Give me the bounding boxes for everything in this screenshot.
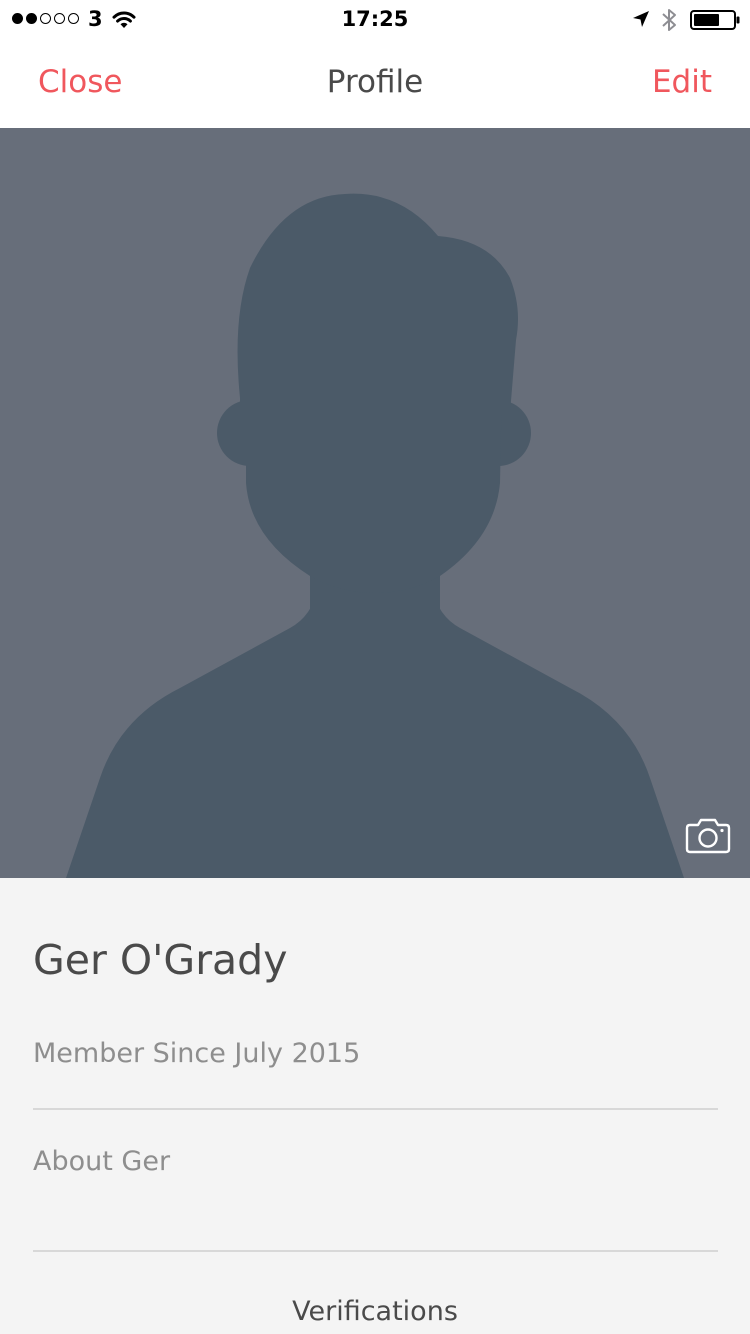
profile-details: Ger O'Grady Member Since July 2015 About… xyxy=(0,878,750,1334)
divider xyxy=(33,1250,718,1252)
profile-name: Ger O'Grady xyxy=(33,936,288,984)
avatar-silhouette-icon xyxy=(66,193,684,878)
edit-button[interactable]: Edit xyxy=(652,64,712,100)
camera-icon[interactable] xyxy=(684,818,732,854)
battery-icon xyxy=(690,10,740,30)
about-section-label: About Ger xyxy=(33,1146,171,1177)
member-since: Member Since July 2015 xyxy=(33,1038,361,1069)
verifications-heading: Verifications xyxy=(292,1296,458,1327)
profile-photo[interactable] xyxy=(0,128,750,878)
page-title: Profile xyxy=(326,64,424,100)
profile-screen: 3 17:25 Close Profile Edit Ger O'Grady M… xyxy=(0,0,750,1334)
status-bar: 3 17:25 xyxy=(0,0,750,40)
bluetooth-icon xyxy=(662,9,676,31)
location-icon xyxy=(633,11,649,27)
divider xyxy=(33,1108,718,1110)
nav-bar: Close Profile Edit xyxy=(0,40,750,128)
